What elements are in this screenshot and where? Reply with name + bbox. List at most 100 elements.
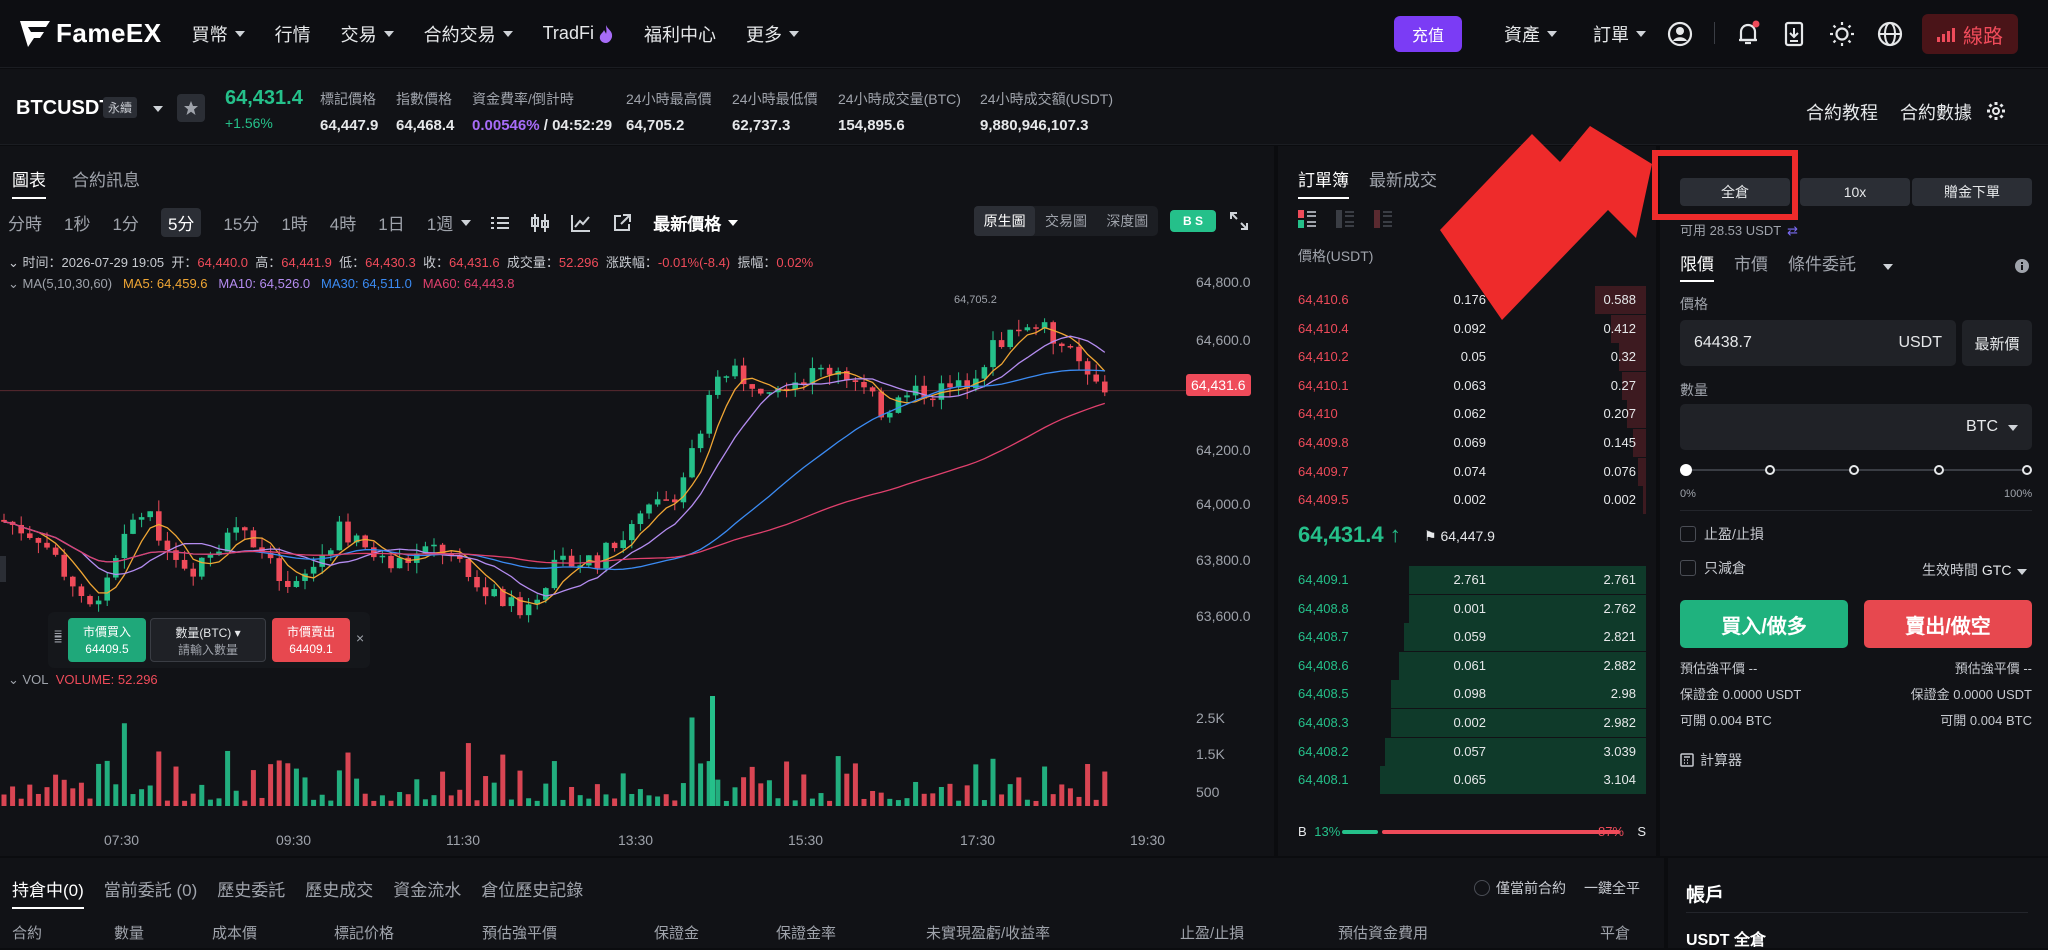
volume-bar (835, 756, 841, 806)
slider-tick[interactable] (2022, 465, 2032, 475)
quantity-input[interactable]: BTC (1680, 404, 2032, 450)
bid-row[interactable]: 64,408.7 0.059 2.821 (1298, 623, 1646, 652)
close-all-button[interactable]: 一鍵全平 (1584, 878, 1640, 898)
tab-positions[interactable]: 持倉中(0) (12, 876, 84, 909)
reduce-only-checkbox[interactable]: 只減倉 (1680, 558, 1746, 578)
tab-orderbook[interactable]: 訂單簿 (1298, 166, 1349, 199)
nav-tradfi[interactable]: TradFi (543, 21, 614, 47)
ask-row[interactable]: 64,410.1 0.063 0.27 (1298, 371, 1646, 400)
brand-logo[interactable]: FameEX (20, 18, 162, 49)
volume-bar (78, 782, 84, 806)
tab-funding-flow[interactable]: 資金流水 (393, 876, 461, 909)
bid-row[interactable]: 64,408.6 0.061 2.882 (1298, 651, 1646, 680)
bid-row[interactable]: 64,409.1 2.761 2.761 (1298, 566, 1646, 594)
bid-row[interactable]: 64,408.5 0.098 2.98 (1298, 680, 1646, 709)
bell-icon[interactable] (1734, 20, 1762, 48)
nav-trade[interactable]: 交易 (341, 21, 394, 47)
nav-buy-crypto[interactable]: 買幣 (192, 21, 245, 47)
bid-row[interactable]: 64,408.8 0.001 2.762 (1298, 594, 1646, 623)
calculator-button[interactable]: 計算器 (1680, 750, 1742, 770)
sell-short-button[interactable]: 賣出/做空 (1864, 600, 2032, 648)
info-icon[interactable] (2014, 258, 2030, 274)
stat-label: 標記價格 (320, 91, 376, 107)
favorite-button[interactable] (177, 94, 205, 122)
chevron-down-icon[interactable] (153, 106, 163, 112)
time-in-force-select[interactable]: 生效時間 GTC (1922, 560, 2028, 580)
user-icon[interactable] (1666, 20, 1694, 48)
network-line-button[interactable]: 線路 (1922, 14, 2018, 54)
volume-bar (139, 789, 145, 806)
slider-tick[interactable] (1849, 465, 1859, 475)
percent-slider-handle[interactable] (1680, 464, 1692, 476)
close-icon[interactable]: × (356, 630, 364, 646)
sidebar-expand-handle[interactable] (0, 556, 6, 582)
futures-data-link[interactable]: 合約數據 (1900, 99, 1972, 125)
download-icon[interactable] (1780, 20, 1808, 48)
tab-open-orders[interactable]: 當前委託 (0) (104, 876, 198, 909)
volume-bar (190, 793, 196, 806)
tab-order-history[interactable]: 歷史委託 (217, 876, 285, 909)
volume-bar (827, 800, 833, 806)
ask-row[interactable]: 64,410 0.062 0.207 (1298, 400, 1646, 429)
tab-position-history[interactable]: 倉位歷史記錄 (481, 876, 583, 909)
quantity-unit-select[interactable]: BTC (1966, 418, 1998, 436)
sun-icon[interactable] (1828, 20, 1856, 48)
volume-bar (1085, 764, 1091, 806)
ask-row[interactable]: 64,410.2 0.05 0.32 (1298, 343, 1646, 372)
tab-market[interactable]: 市價 (1734, 250, 1768, 282)
orderbook-bids-icon[interactable] (1336, 210, 1354, 228)
quick-market-sell-button[interactable]: 市價賣出 64409.1 (272, 618, 350, 662)
only-current-contract-checkbox[interactable]: 僅當前合約 (1474, 878, 1566, 898)
orderbook-asks-icon[interactable] (1374, 210, 1392, 228)
candle-body (981, 367, 988, 379)
futures-tutorial-link[interactable]: 合約教程 (1806, 99, 1878, 125)
depth-bar (1638, 457, 1646, 486)
nav-rewards[interactable]: 福利中心 (644, 21, 716, 47)
bid-row[interactable]: 64,408.2 0.057 3.039 (1298, 737, 1646, 766)
latest-price-button[interactable]: 最新價 (1962, 320, 2032, 366)
candle-body (130, 519, 136, 534)
volume-bar (285, 763, 291, 806)
quick-qty-input[interactable]: 數量(BTC) ▾ 請輸入數量 (150, 618, 266, 662)
volume-bar (250, 770, 256, 806)
deposit-button[interactable]: 充值 (1394, 16, 1462, 52)
candle-body (508, 597, 515, 607)
volume-bar (904, 798, 910, 806)
volume-bar (775, 798, 781, 806)
stat-value: 64,468.4 (396, 117, 455, 134)
star-icon (184, 101, 198, 115)
last-price-tag: 64,431.6 (1186, 374, 1251, 396)
bonus-order-button[interactable]: 贈金下單 (1912, 178, 2032, 206)
nav-orders[interactable]: 訂單 (1593, 21, 1646, 47)
bid-row[interactable]: 64,408.3 0.002 2.982 (1298, 709, 1646, 737)
low-24h-stat: 24小時最低價 62,737.3 (732, 89, 818, 134)
tab-conditional[interactable]: 條件委託 (1788, 250, 1893, 282)
tpsl-checkbox[interactable]: 止盈/止損 (1680, 524, 1764, 544)
globe-icon[interactable] (1876, 20, 1904, 48)
slider-tick[interactable] (1934, 465, 1944, 475)
ask-row[interactable]: 64,409.5 0.002 0.002 (1298, 486, 1646, 515)
nav-futures[interactable]: 合約交易 (424, 21, 513, 47)
ask-row[interactable]: 64,409.8 0.069 0.145 (1298, 429, 1646, 457)
nav-markets[interactable]: 行情 (275, 21, 311, 47)
nav-assets[interactable]: 資產 (1504, 21, 1557, 47)
ask-row[interactable]: 64,409.7 0.074 0.076 (1298, 457, 1646, 486)
tab-trade-history[interactable]: 歷史成交 (305, 876, 373, 909)
orderbook-both-icon[interactable] (1298, 210, 1316, 228)
volume-bar (388, 800, 394, 806)
tab-recent-trades[interactable]: 最新成交 (1369, 166, 1437, 199)
candle-body (121, 533, 128, 559)
drag-handle-icon[interactable]: ≡ ≡ (54, 626, 62, 646)
slider-tick[interactable] (1765, 465, 1775, 475)
price-input[interactable]: 64438.7 USDT (1680, 320, 1956, 366)
nav-more[interactable]: 更多 (746, 21, 799, 47)
transfer-icon[interactable]: ⇄ (1787, 223, 1798, 238)
tab-limit[interactable]: 限價 (1680, 250, 1714, 282)
symbol-selector[interactable]: BTCUSDT (16, 97, 112, 120)
buy-long-button[interactable]: 買入/做多 (1680, 600, 1848, 648)
leverage-button[interactable]: 10x (1800, 178, 1910, 206)
gear-icon[interactable] (1986, 101, 2006, 121)
bid-row[interactable]: 64,408.1 0.065 3.104 (1298, 766, 1646, 795)
candlestick-chart[interactable] (0, 146, 1274, 856)
quick-market-buy-button[interactable]: 市價買入 64409.5 (68, 618, 146, 662)
